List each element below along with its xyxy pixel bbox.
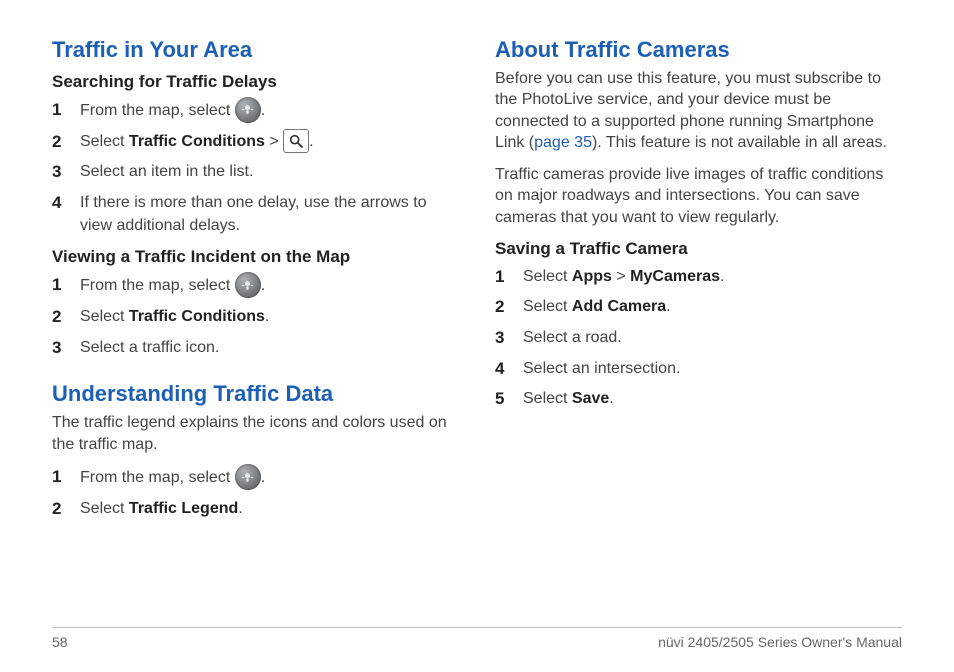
step-item: Select Traffic Conditions. [52,305,459,330]
step-list: From the map, select . Select Traffic Co… [52,98,459,238]
step-item: Select Add Camera. [495,295,902,320]
step-text: Select an intersection. [523,357,902,380]
step-text: . [261,469,265,486]
step-item: Select Traffic Conditions > . [52,130,459,155]
step-item: Select an item in the list. [52,160,459,185]
step-item: From the map, select . [52,273,459,299]
step-bold: Traffic Conditions [129,308,265,325]
step-text: From the map, select [80,469,235,486]
step-text: Select [80,308,129,325]
step-text: . [609,390,613,407]
step-text: If there is more than one delay, use the… [80,191,459,237]
step-item: If there is more than one delay, use the… [52,191,459,237]
step-bold: Traffic Conditions [129,133,265,150]
traffic-icon [235,272,261,298]
step-item: Select a traffic icon. [52,336,459,361]
step-text: Select a traffic icon. [80,336,459,359]
subsection-heading: Searching for Traffic Delays [52,72,459,92]
step-text: . [238,500,242,517]
step-item: Select Traffic Legend. [52,497,459,522]
step-item: Select Apps > MyCameras. [495,265,902,290]
page-link[interactable]: page 35 [534,134,592,151]
paragraph: Traffic cameras provide live images of t… [495,164,902,229]
step-item: Select an intersection. [495,357,902,382]
step-bold: MyCameras [630,268,720,285]
step-text: Select [80,133,129,150]
left-column: Traffic in Your Area Searching for Traff… [52,36,459,592]
traffic-icon [235,464,261,490]
subsection-heading: Saving a Traffic Camera [495,239,902,259]
step-text: Select [523,268,572,285]
subsection-heading: Viewing a Traffic Incident on the Map [52,247,459,267]
paragraph-text: ). This feature is not available in all … [592,134,887,151]
content-columns: Traffic in Your Area Searching for Traff… [52,36,902,592]
page-number: 58 [52,634,68,650]
step-item: From the map, select . [52,98,459,124]
step-text: > [612,268,630,285]
step-item: Select a road. [495,326,902,351]
step-text: From the map, select [80,277,235,294]
step-bold: Traffic Legend [129,500,238,517]
step-text: Select [523,390,572,407]
step-bold: Add Camera [572,298,666,315]
step-text: Select a road. [523,326,902,349]
step-text: . [666,298,670,315]
step-text: . [261,277,265,294]
step-item: Select Save. [495,387,902,412]
step-bold: Apps [572,268,612,285]
step-text: Select [80,500,129,517]
step-list: From the map, select . Select Traffic Co… [52,273,459,360]
paragraph: Before you can use this feature, you mus… [495,68,902,154]
section-heading: Understanding Traffic Data [52,380,459,408]
step-list: Select Apps > MyCameras. Select Add Came… [495,265,902,412]
step-text: From the map, select [80,102,235,119]
paragraph: The traffic legend explains the icons an… [52,412,459,455]
step-text: Select [523,298,572,315]
step-text: Select an item in the list. [80,160,459,183]
section-heading: Traffic in Your Area [52,36,459,64]
step-text: . [309,133,313,150]
manual-page: Traffic in Your Area Searching for Traff… [0,0,954,672]
page-footer: 58 nüvi 2405/2505 Series Owner's Manual [52,627,902,650]
step-text: . [720,268,724,285]
right-column: About Traffic Cameras Before you can use… [495,36,902,592]
manual-title: nüvi 2405/2505 Series Owner's Manual [658,634,902,650]
step-bold: Save [572,390,609,407]
step-list: From the map, select . Select Traffic Le… [52,465,459,522]
traffic-icon [235,97,261,123]
magnifier-icon [283,129,309,153]
step-text: . [261,102,265,119]
step-text: > [265,133,283,150]
step-item: From the map, select . [52,465,459,491]
step-text: . [265,308,269,325]
section-heading: About Traffic Cameras [495,36,902,64]
